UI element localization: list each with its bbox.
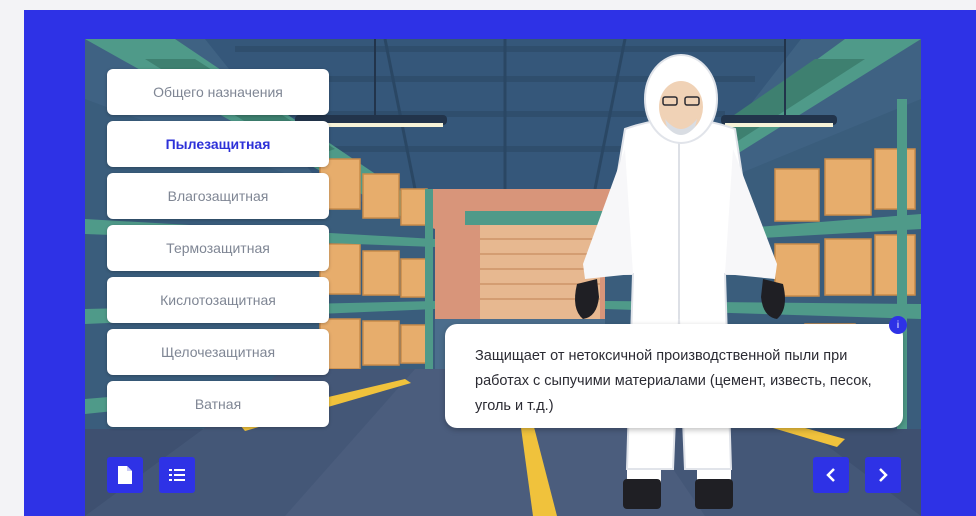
suit-type-menu: Общего назначения Пылезащитная Влагозащи… [107,69,329,433]
menu-item-heatproof[interactable]: Термозащитная [107,225,329,271]
menu-item-cotton[interactable]: Ватная [107,381,329,427]
previous-button[interactable] [813,457,849,493]
list-icon [169,469,185,481]
next-button[interactable] [865,457,901,493]
menu-item-dustproof[interactable]: Пылезащитная [107,121,329,167]
warehouse-scene: Общего назначения Пылезащитная Влагозащи… [85,39,921,516]
info-badge: i [889,316,907,334]
menu-item-acidproof[interactable]: Кислотозащитная [107,277,329,323]
document-button[interactable] [107,457,143,493]
description-box: Защищает от нетоксичной производственной… [445,316,907,428]
description-text: Защищает от нетоксичной производственной… [475,348,872,414]
menu-item-alkaliproof[interactable]: Щелочезащитная [107,329,329,375]
chevron-right-icon [879,468,888,482]
menu-item-waterproof[interactable]: Влагозащитная [107,173,329,219]
list-button[interactable] [159,457,195,493]
document-icon [118,466,132,484]
menu-item-general[interactable]: Общего назначения [107,69,329,115]
chevron-left-icon [826,468,835,482]
